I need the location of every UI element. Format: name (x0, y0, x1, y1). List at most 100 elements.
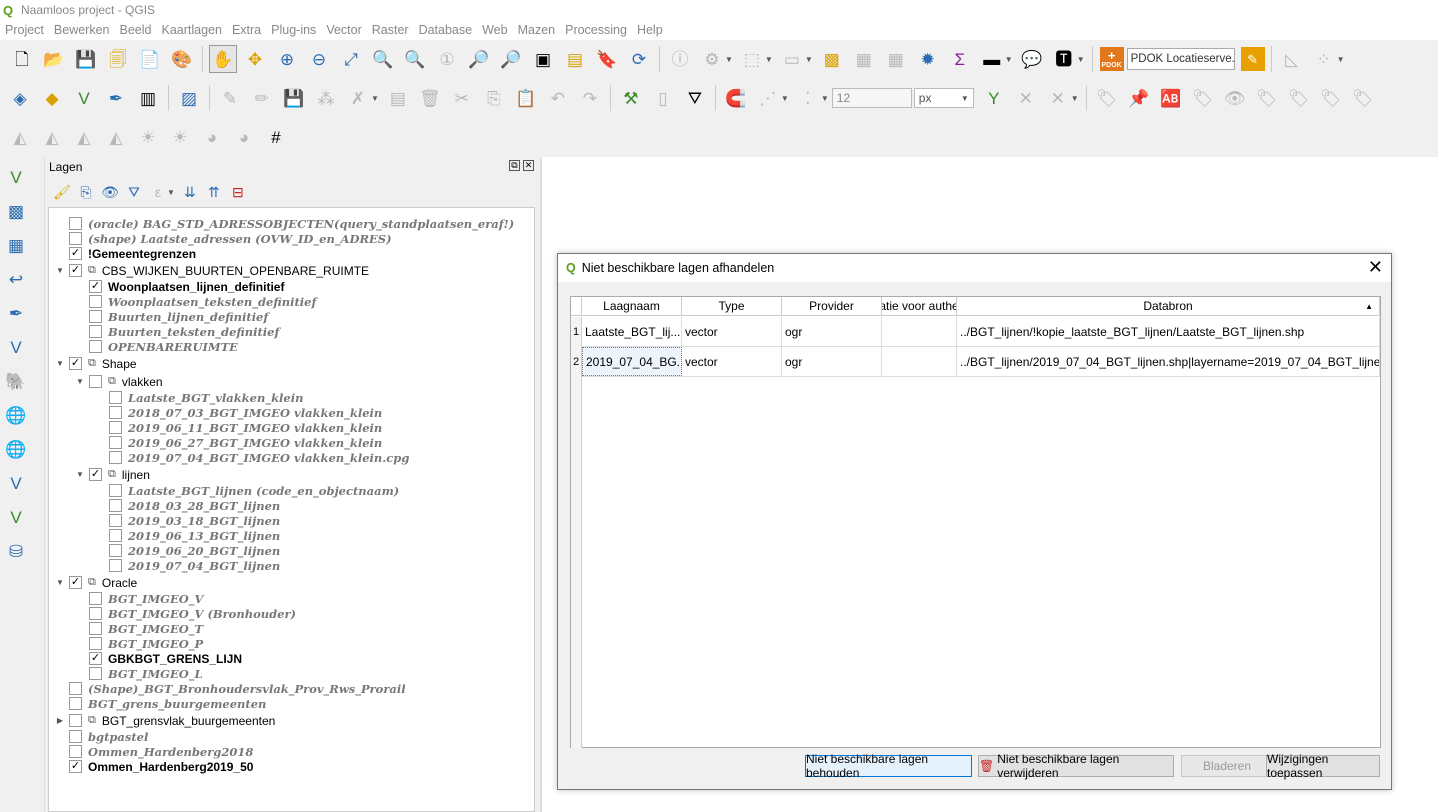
pdok-services-icon[interactable]: ✎ (1240, 47, 1265, 71)
layer-visibility-checkbox[interactable]: ✓ (69, 247, 82, 260)
menu-raster[interactable]: Raster (367, 23, 414, 37)
menu-vector[interactable]: Vector (321, 23, 366, 37)
split-tool-icon[interactable]: ▯ (649, 84, 677, 112)
select-by-value-icon[interactable]: ▭ (778, 45, 806, 73)
layer-visibility-checkbox[interactable] (89, 295, 102, 308)
self-snapping-icon[interactable]: ✕ (1044, 84, 1072, 112)
layer-visibility-checkbox[interactable] (89, 310, 102, 323)
layer-tree-item[interactable]: 2018_07_03_BGT_IMGEO vlakken_klein (95, 405, 382, 420)
layer-visibility-checkbox[interactable]: ✓ (69, 264, 82, 277)
undo-icon[interactable]: ↶ (544, 84, 572, 112)
layer-visibility-checkbox[interactable] (69, 682, 82, 695)
cell-laagnaam[interactable]: 2019_07_04_BG... (582, 347, 682, 376)
layer-tree-item[interactable]: BGT_IMGEO_P (75, 636, 203, 651)
layer-visibility-checkbox[interactable] (89, 607, 102, 620)
layout-manager-icon[interactable]: 📄 (136, 45, 164, 73)
layer-visibility-checkbox[interactable] (89, 637, 102, 650)
layer-tree-item[interactable]: 2019_07_04_BGT_lijnen (95, 558, 280, 573)
expand-arrow-icon[interactable]: ▼ (55, 359, 65, 368)
layer-visibility-checkbox[interactable]: ✓ (69, 576, 82, 589)
layer-tree-item[interactable]: 2019_03_18_BGT_lijnen (95, 513, 280, 528)
layer-visibility-checkbox[interactable] (109, 544, 122, 557)
layer-tree-item[interactable]: Buurten_lijnen_definitief (75, 309, 268, 324)
text-annotation-icon[interactable]: 🆃 (1050, 45, 1078, 73)
zoom-full-icon[interactable]: ⤢ (337, 45, 365, 73)
layer-tree-item[interactable]: 2019_07_04_BGT_IMGEO vlakken_klein.cpg (95, 450, 409, 465)
layer-tree-item[interactable]: BGT_IMGEO_V (75, 591, 203, 606)
row-header[interactable]: 1 (571, 317, 582, 347)
layer-tree-item[interactable]: Buurten_teksten_definitief (75, 324, 279, 339)
expand-arrow-icon[interactable]: ▼ (55, 266, 65, 275)
collapse-arrow-icon[interactable]: ▶ (55, 716, 65, 725)
add-mesh-layer-icon[interactable]: ▦ (2, 231, 30, 259)
layer-tree-item[interactable]: ▼ ✓ ⧉ Oracle (55, 575, 137, 590)
label-highlight-icon[interactable]: 🆎 (1157, 84, 1185, 112)
map-tips-icon[interactable]: 💬 (1018, 45, 1046, 73)
new-print-layout-icon[interactable]: 🗐 (104, 45, 132, 73)
topological-editing-icon[interactable]: Y (980, 84, 1008, 112)
raster-tool-4-icon[interactable]: ◭ (102, 123, 130, 151)
menu-help[interactable]: Help (632, 23, 668, 37)
add-oracle-layer-icon[interactable]: V (2, 503, 30, 531)
new-project-icon[interactable]: 🗋 (8, 45, 36, 73)
bookmark-icon[interactable]: 🔖 (593, 45, 621, 73)
unit-select[interactable]: px ▼ (913, 88, 974, 108)
add-vector-layer-icon[interactable]: V (2, 163, 30, 191)
attribute-table-icon[interactable]: ▦ (850, 45, 878, 73)
save-project-icon[interactable]: 💾 (72, 45, 100, 73)
layer-visibility-checkbox[interactable] (109, 559, 122, 572)
layer-visibility-checkbox[interactable]: ✓ (69, 760, 82, 773)
edit-pencil-icon[interactable]: ✎ (216, 84, 244, 112)
layer-tree-item[interactable]: ✓ Woonplaatsen_lijnen_definitief (75, 279, 284, 294)
layer-visibility-checkbox[interactable] (109, 499, 122, 512)
layer-tree-item[interactable]: Laatste_BGT_vlakken_klein (95, 390, 303, 405)
layer-tree-item[interactable]: BGT_IMGEO_V (Bronhouder) (75, 606, 296, 621)
layer-visibility-checkbox[interactable] (69, 730, 82, 743)
close-panel-icon[interactable]: ✕ (523, 160, 534, 171)
layer-tree-item[interactable]: 2019_06_27_BGT_IMGEO vlakken_klein (95, 435, 382, 450)
zoom-last-icon[interactable]: 🔎 (465, 45, 493, 73)
apply-changes-button[interactable]: Wijzigingen toepassen (1266, 752, 1380, 780)
processing-toolbox-icon[interactable]: ✹ (914, 45, 942, 73)
layer-tree-item[interactable]: 2019_06_13_BGT_lijnen (95, 528, 280, 543)
label-change-icon[interactable]: 🏷 (1285, 84, 1313, 112)
temporal-controller-icon[interactable]: ▤ (561, 45, 589, 73)
save-edits-icon[interactable]: 💾 (280, 84, 308, 112)
layer-tree-item[interactable]: ▼ ⧉ vlakken (75, 374, 163, 389)
add-wms-layer-icon[interactable]: 🌐 (2, 401, 30, 429)
pdok-plugin-icon[interactable]: + PDOK (1099, 47, 1124, 71)
refresh-icon[interactable]: ⟳ (625, 45, 653, 73)
layer-tree-item[interactable]: ✓ Ommen_Hardenberg2019_50 (55, 759, 253, 774)
layer-tree-item[interactable]: BGT_grens_buurgemeenten (55, 696, 266, 711)
new-temporary-layer-icon[interactable]: ▥ (134, 84, 162, 112)
layer-visibility-checkbox[interactable] (109, 406, 122, 419)
menu-database[interactable]: Database (414, 23, 478, 37)
menu-mazen[interactable]: Mazen (513, 23, 561, 37)
new-map-view-icon[interactable]: ▣ (529, 45, 557, 73)
remove-layer-icon[interactable]: ⊟ (227, 181, 249, 203)
layer-visibility-checkbox[interactable] (89, 325, 102, 338)
close-icon[interactable]: ✕ (1368, 258, 1383, 276)
copy-features-icon[interactable]: ⎘ (480, 84, 508, 112)
grid-icon[interactable]: # (262, 123, 290, 151)
label-rotate-icon[interactable]: 🏷 (1253, 84, 1281, 112)
add-wfs-layer-icon[interactable]: 🌐 (2, 435, 30, 463)
new-geopackage-layer-icon[interactable]: ⛁ (2, 537, 30, 565)
toggle-editing-icon[interactable]: ✏ (248, 84, 276, 112)
column-header-laagnaam[interactable]: Laagnaam (582, 297, 682, 315)
layer-tree-item[interactable]: Ommen_Hardenberg2018 (55, 744, 253, 759)
cell-auth[interactable] (882, 347, 957, 376)
select-features-icon[interactable]: ⬚ (738, 45, 766, 73)
keep-unavailable-layers-button[interactable]: Niet beschikbare lagen behouden (805, 752, 972, 780)
add-group-icon[interactable]: ⎘ (75, 181, 97, 203)
manage-visibility-icon[interactable]: 👁 (99, 181, 121, 203)
layer-tree-item[interactable]: bgtpastel (55, 729, 148, 744)
layer-visibility-checkbox[interactable] (89, 667, 102, 680)
add-feature-icon[interactable]: ⁂ (312, 84, 340, 112)
raster-tool-8-icon[interactable]: ◕ (230, 123, 258, 151)
menu-extra[interactable]: Extra (227, 23, 266, 37)
new-spatialite-icon[interactable]: ✒ (102, 84, 130, 112)
raster-tool-6-icon[interactable]: ☀ (166, 123, 194, 151)
field-calculator-icon[interactable]: ▦ (882, 45, 910, 73)
zoom-in-icon[interactable]: ⊕ (273, 45, 301, 73)
